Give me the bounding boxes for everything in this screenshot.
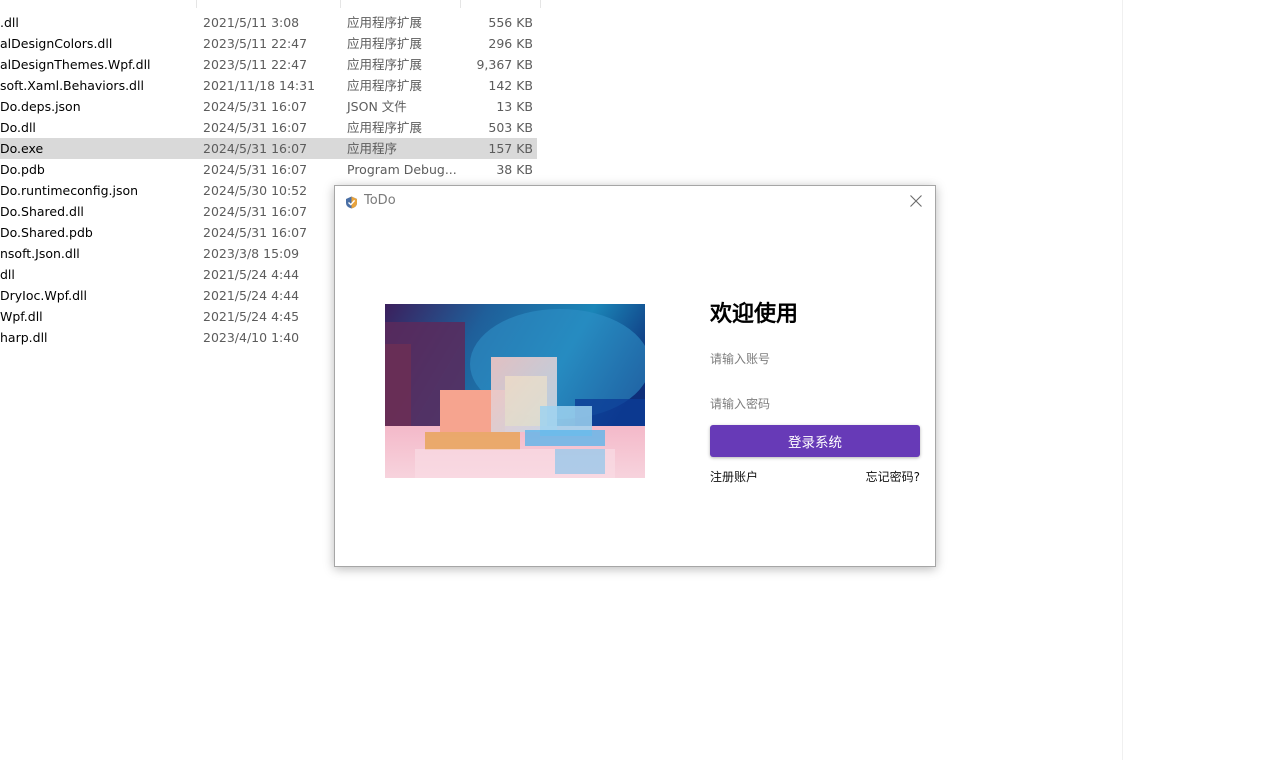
file-date: 2023/4/10 1:40 (203, 330, 300, 345)
file-type: 应用程序扩展 (347, 78, 423, 93)
file-row[interactable]: .dll 2021/5/11 3:08 应用程序扩展 556 KB (0, 12, 537, 33)
file-type: Program Debug... (347, 162, 457, 177)
file-name: alDesignThemes.Wpf.dll (0, 57, 151, 72)
file-type: JSON 文件 (347, 99, 407, 114)
file-type: 应用程序 (347, 141, 398, 156)
login-button[interactable]: 登录系统 (710, 425, 920, 457)
file-date: 2024/5/31 16:07 (203, 141, 308, 156)
file-row[interactable]: Do.dll 2024/5/31 16:07 应用程序扩展 503 KB (0, 117, 537, 138)
file-date: 2024/5/31 16:07 (203, 120, 308, 135)
file-size: 296 KB (488, 36, 533, 51)
file-size: 556 KB (488, 15, 533, 30)
file-row[interactable]: Do.exe 2024/5/31 16:07 应用程序 157 KB (0, 138, 537, 159)
account-input[interactable] (710, 347, 920, 372)
file-name: dll (0, 267, 15, 282)
file-row[interactable]: Do.pdb 2024/5/31 16:07 Program Debug... 38 … (0, 159, 537, 180)
pane-divider (1122, 0, 1123, 760)
file-row[interactable]: soft.Xaml.Behaviors.dll 2021/11/18 14:31 应… (0, 75, 537, 96)
file-name: Wpf.dll (0, 309, 43, 324)
file-type: 应用程序扩展 (347, 15, 423, 30)
file-name: Do.Shared.pdb (0, 225, 93, 240)
file-date: 2021/5/24 4:44 (203, 267, 300, 282)
file-size: 503 KB (488, 120, 533, 135)
welcome-heading: 欢迎使用 (710, 302, 799, 327)
file-date: 2024/5/31 16:07 (203, 99, 308, 114)
file-date: 2021/5/11 3:08 (203, 15, 300, 30)
window-title: ToDo (364, 193, 396, 208)
close-button[interactable] (903, 190, 929, 212)
file-name: Do.deps.json (0, 99, 81, 114)
file-type: 应用程序扩展 (347, 57, 423, 72)
file-date: 2021/5/24 4:44 (203, 288, 300, 303)
file-date: 2024/5/31 16:07 (203, 225, 308, 240)
file-name: Do.exe (0, 141, 44, 156)
file-name: alDesignColors.dll (0, 36, 113, 51)
file-date: 2021/11/18 14:31 (203, 78, 316, 93)
file-size: 9,367 KB (476, 57, 533, 72)
file-row[interactable]: alDesignColors.dll 2023/5/11 22:47 应用程序扩展 2… (0, 33, 537, 54)
file-size: 38 KB (496, 162, 533, 177)
file-name: Do.dll (0, 120, 36, 135)
file-name: nsoft.Json.dll (0, 246, 80, 261)
file-size: 157 KB (488, 141, 533, 156)
column-separator[interactable] (460, 0, 461, 8)
file-row[interactable]: alDesignThemes.Wpf.dll 2023/5/11 22:47 应用程… (0, 54, 537, 75)
file-name: Do.Shared.dll (0, 204, 84, 219)
file-date: 2024/5/30 10:52 (203, 183, 308, 198)
file-name: Do.runtimeconfig.json (0, 183, 139, 198)
file-name: harp.dll (0, 330, 48, 345)
register-link[interactable]: 注册账户 (710, 468, 758, 485)
file-name: DryIoc.Wpf.dll (0, 288, 87, 303)
file-type: 应用程序扩展 (347, 36, 423, 51)
title-bar[interactable]: ToDo (335, 186, 935, 216)
file-date: 2021/5/24 4:45 (203, 309, 300, 324)
todo-app-icon (345, 194, 358, 209)
column-separator[interactable] (540, 0, 541, 8)
file-name: Do.pdb (0, 162, 45, 177)
file-date: 2023/3/8 15:09 (203, 246, 300, 261)
file-size: 13 KB (496, 99, 533, 114)
file-name: soft.Xaml.Behaviors.dll (0, 78, 144, 93)
file-name: .dll (0, 15, 19, 30)
file-row[interactable]: Do.deps.json 2024/5/31 16:07 JSON 文件 13 KB (0, 96, 537, 117)
login-window: ToDo 欢迎使用 请输入账号 登录系统 注册账户 忘记密码? (334, 185, 936, 567)
file-date: 2023/5/11 22:47 (203, 57, 308, 72)
column-separator[interactable] (196, 0, 197, 8)
file-date: 2024/5/31 16:07 (203, 204, 308, 219)
file-date: 2023/5/11 22:47 (203, 36, 308, 51)
password-input[interactable] (710, 392, 920, 417)
close-icon (910, 195, 922, 207)
login-illustration (385, 304, 645, 478)
forgot-password-link[interactable]: 忘记密码? (866, 468, 920, 485)
file-date: 2024/5/31 16:07 (203, 162, 308, 177)
file-type: 应用程序扩展 (347, 120, 423, 135)
file-size: 142 KB (488, 78, 533, 93)
column-separator[interactable] (340, 0, 341, 8)
